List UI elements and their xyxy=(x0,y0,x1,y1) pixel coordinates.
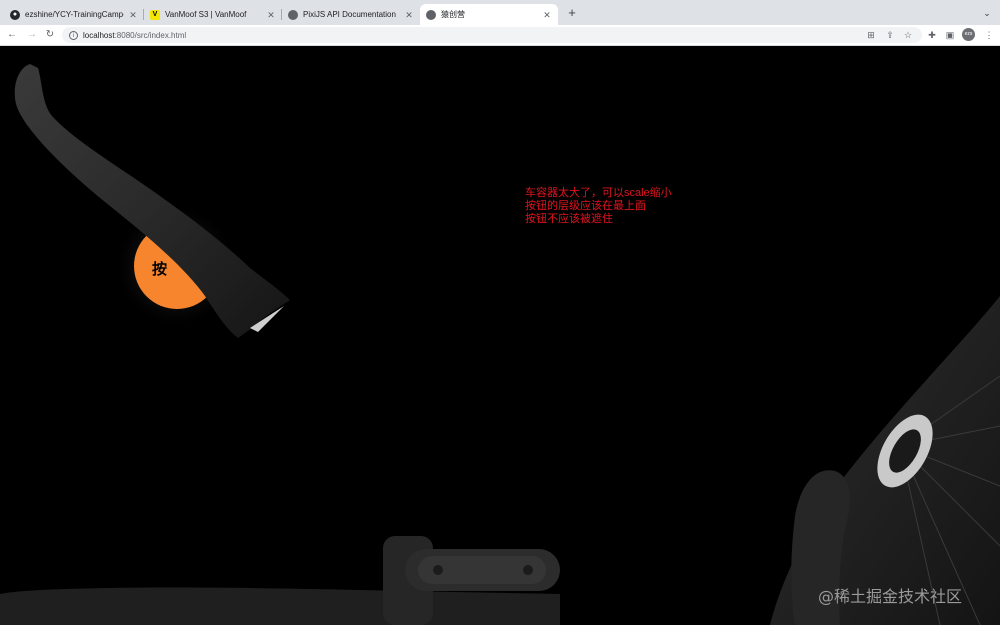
globe-icon xyxy=(288,9,298,20)
chevron-down-icon[interactable]: ⌄ xyxy=(982,8,992,18)
display-screw xyxy=(523,565,533,575)
new-tab-icon[interactable]: + xyxy=(566,6,578,19)
globe-icon xyxy=(426,9,436,20)
tab-title: 猿创营 xyxy=(441,10,465,19)
note-line: 车容器太大了，可以scale缩小 xyxy=(525,187,672,199)
note-line: 按钮不应该被遮住 xyxy=(525,213,613,225)
info-icon[interactable]: i xyxy=(69,30,78,40)
note-line: 按钮的层级应该在最上面 xyxy=(525,200,646,212)
dev-note: 车容器太大了，可以scale缩小 按钮的层级应该在最上面 按钮不应该被遮住 xyxy=(525,187,672,226)
tab-title: ezshine/YCY-TrainingCamp-S1 xyxy=(25,10,124,19)
display-screw xyxy=(433,565,443,575)
watermark: @稀土掘金技术社区 xyxy=(818,587,963,606)
tab-strip: ● ezshine/YCY-TrainingCamp-S1 ✕ V VanMoo… xyxy=(0,0,1000,25)
close-icon[interactable]: ✕ xyxy=(542,10,552,20)
close-icon[interactable]: ✕ xyxy=(404,10,414,20)
github-icon: ● xyxy=(10,9,20,20)
vanmoof-icon: V xyxy=(150,9,160,20)
browser-toolbar: ← → ↻ i localhost:8080/src/index.html ⊞ … xyxy=(0,25,1000,46)
button-label[interactable]: 按 xyxy=(152,258,167,279)
tab-vanmoof[interactable]: V VanMoof S3 | VanMoof ✕ xyxy=(144,4,282,25)
bike-top-tube xyxy=(0,587,560,625)
page-canvas: 按 车容器太大了，可以scale缩小 按钮的层级应该在最上面 按钮不应该被遮住 … xyxy=(0,46,1000,625)
url-text: localhost:8080/src/index.html xyxy=(83,30,187,40)
close-icon[interactable]: ✕ xyxy=(128,10,138,20)
bookmark-star-icon[interactable]: ☆ xyxy=(902,29,914,41)
translate-icon[interactable]: ⊞ xyxy=(865,29,877,41)
tab-pixijs[interactable]: PixiJS API Documentation ✕ xyxy=(282,4,420,25)
side-panel-icon[interactable]: ▣ xyxy=(944,29,956,41)
back-icon[interactable]: ← xyxy=(6,29,18,41)
address-bar[interactable]: i localhost:8080/src/index.html xyxy=(62,27,922,43)
avatar[interactable]: ezs xyxy=(962,28,975,41)
reload-icon[interactable]: ↻ xyxy=(44,29,56,41)
forward-icon[interactable]: → xyxy=(26,29,38,41)
extensions-icon[interactable]: ✚ xyxy=(926,29,938,41)
tab-title: VanMoof S3 | VanMoof xyxy=(165,10,247,19)
tab-yuanchuangying[interactable]: 猿创营 ✕ xyxy=(420,4,558,25)
tab-github[interactable]: ● ezshine/YCY-TrainingCamp-S1 ✕ xyxy=(4,4,144,25)
close-icon[interactable]: ✕ xyxy=(266,10,276,20)
tab-title: PixiJS API Documentation xyxy=(303,10,396,19)
more-menu-icon[interactable]: ⋮ xyxy=(983,29,995,41)
scene-svg xyxy=(0,64,1000,625)
share-icon[interactable]: ⇪ xyxy=(884,29,896,41)
